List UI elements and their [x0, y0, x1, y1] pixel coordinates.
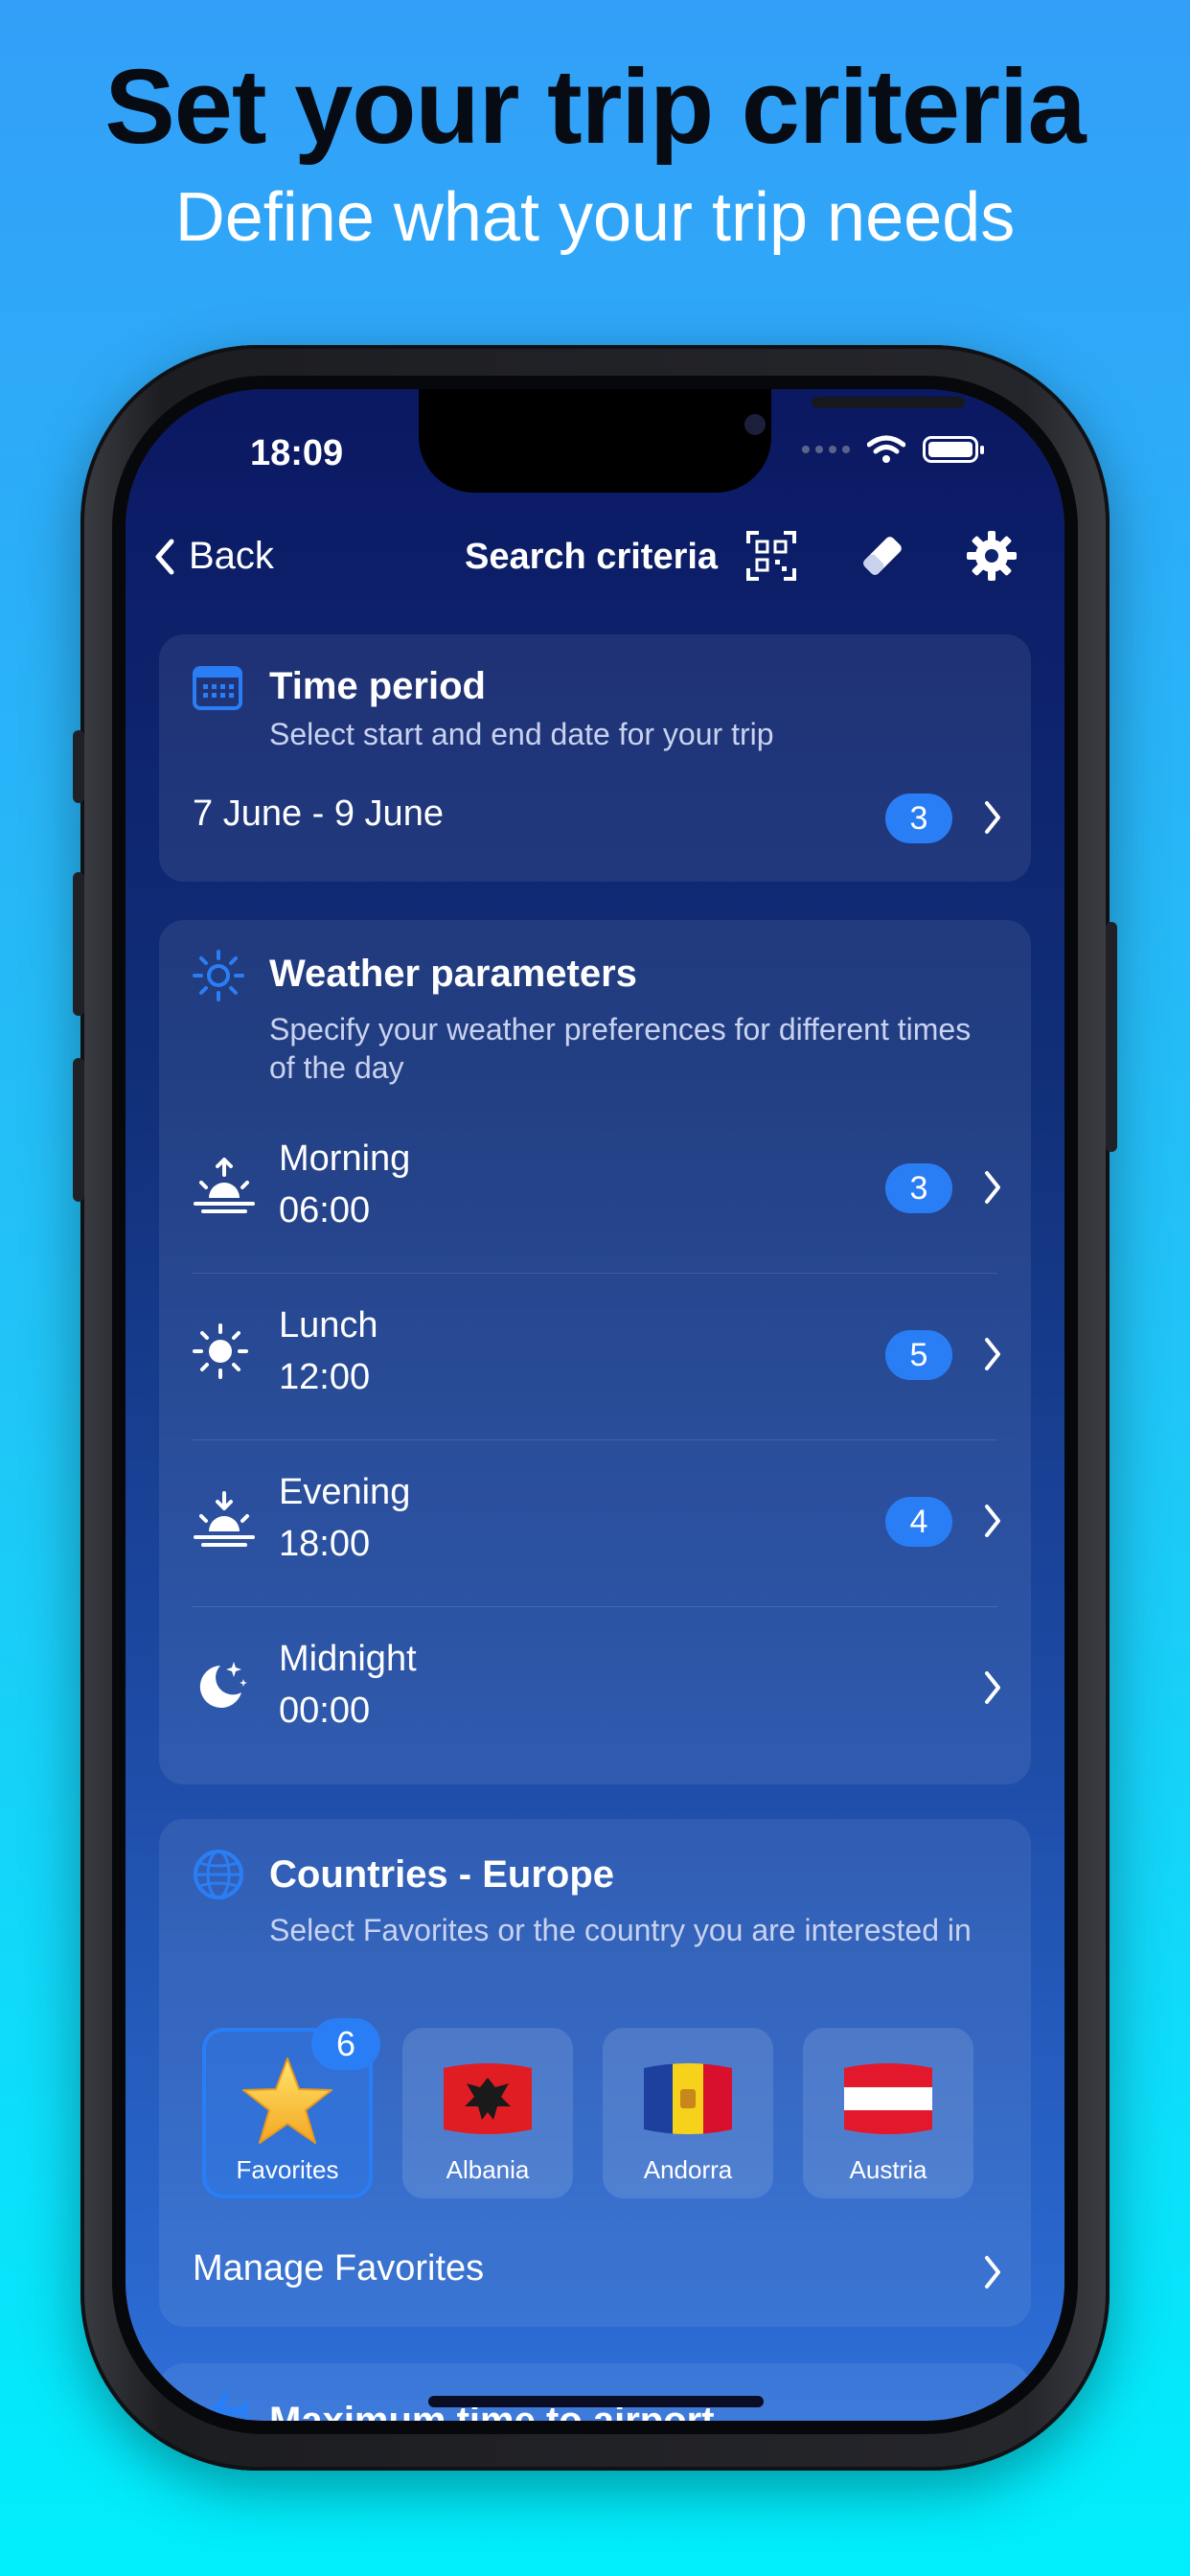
- weather-row-name: Lunch: [279, 1305, 378, 1346]
- chevron-right-icon: [985, 1338, 1000, 1370]
- back-label: Back: [189, 535, 274, 577]
- wifi-icon: [867, 435, 905, 463]
- globe-icon: [194, 1850, 243, 1899]
- chevron-left-icon: [155, 539, 174, 574]
- count-badge: 5: [885, 1330, 952, 1380]
- eraser-icon[interactable]: [854, 527, 911, 585]
- count-badge: 4: [885, 1497, 952, 1547]
- back-button[interactable]: Back: [154, 535, 274, 578]
- country-tile-label: Austria: [849, 2155, 927, 2184]
- count-badge: 3: [885, 1163, 952, 1213]
- chevron-right-icon: [985, 1671, 1000, 1704]
- front-camera: [744, 414, 766, 435]
- country-tile-label: Favorites: [236, 2155, 339, 2184]
- albania-flag-icon: [444, 2063, 532, 2134]
- signal-dots-icon: [802, 446, 850, 453]
- promo-subheadline: Define what your trip needs: [174, 179, 1016, 256]
- sunset-icon: [194, 1491, 255, 1547]
- weather-row-name: Midnight: [279, 1639, 417, 1679]
- promo-headline: Set your trip criteria: [104, 48, 1086, 166]
- weather-row-lunch[interactable]: Lunch 12:00 5: [159, 1273, 1031, 1439]
- nav-bar: Back Search criteria: [126, 514, 1064, 600]
- country-tile-label: Albania: [446, 2155, 530, 2184]
- country-tile-albania[interactable]: Albania: [402, 2028, 573, 2198]
- status-indicators: [802, 435, 984, 464]
- weather-row-morning[interactable]: Morning 06:00 3: [159, 1106, 1031, 1273]
- weather-row-name: Evening: [279, 1472, 411, 1512]
- austria-flag-icon: [844, 2063, 932, 2134]
- weather-row-time: 00:00: [279, 1690, 371, 1731]
- manage-favorites-label: Manage Favorites: [193, 2248, 485, 2288]
- app-screen: 18:09 Back Search criteria Time period S…: [126, 389, 1064, 2421]
- moon-stars-icon: [199, 1662, 247, 1708]
- date-range-value: 7 June - 9 June: [193, 794, 444, 834]
- countries-subtitle: Select Favorites or the country you are …: [269, 1913, 972, 1947]
- chevron-right-icon: [985, 1505, 1000, 1537]
- speaker-grille: [812, 397, 965, 408]
- power-button: [1106, 922, 1117, 1152]
- time-period-subtitle: Select start and end date for your trip: [269, 717, 774, 751]
- countries-title: Countries - Europe: [269, 1853, 615, 1896]
- qr-code-icon[interactable]: [743, 527, 800, 585]
- favorites-count-badge: 6: [311, 2018, 380, 2070]
- battery-icon: [923, 436, 984, 463]
- status-time: 18:09: [250, 433, 344, 473]
- country-tile-label: Andorra: [643, 2155, 733, 2184]
- weather-row-midnight[interactable]: Midnight 00:00: [159, 1606, 1031, 1773]
- country-tile-austria[interactable]: Austria: [803, 2028, 973, 2198]
- gear-icon[interactable]: [963, 527, 1020, 585]
- weather-subtitle: Specify your weather preferences for dif…: [269, 1012, 972, 1085]
- chevron-right-icon: [985, 2256, 1000, 2288]
- andorra-flag-icon: [644, 2063, 732, 2134]
- page-title: Search criteria: [465, 537, 719, 577]
- sunrise-icon: [194, 1158, 255, 1213]
- weather-row-time: 12:00: [279, 1357, 371, 1397]
- weather-row-time: 06:00: [279, 1190, 371, 1230]
- weather-row-evening[interactable]: Evening 18:00 4: [159, 1439, 1031, 1606]
- airport-time-card[interactable]: Maximum time to airport: [159, 2363, 1031, 2421]
- sun-icon: [193, 1323, 248, 1379]
- chevron-right-icon: [985, 801, 1000, 834]
- dynamic-island: [419, 389, 965, 493]
- date-range-row[interactable]: 7 June - 9 June 3: [159, 778, 1031, 855]
- airplane-icon: [195, 2392, 249, 2421]
- manage-favorites-row[interactable]: Manage Favorites: [159, 2233, 1031, 2310]
- sun-icon: [193, 950, 244, 1001]
- calendar-icon: [193, 666, 242, 710]
- country-tile-andorra[interactable]: Andorra: [603, 2028, 773, 2198]
- weather-card: Weather parameters Specify your weather …: [159, 920, 1031, 1784]
- silent-switch: [73, 730, 84, 803]
- weather-title: Weather parameters: [269, 953, 637, 995]
- count-badge: 3: [885, 794, 952, 843]
- volume-up-button: [73, 872, 84, 1016]
- country-tile-favorites[interactable]: Favorites 6: [202, 2018, 380, 2198]
- time-period-card: Time period Select start and end date fo…: [159, 634, 1031, 882]
- time-period-title: Time period: [269, 665, 486, 707]
- countries-card: Countries - Europe Select Favorites or t…: [159, 1819, 1031, 2327]
- weather-row-name: Morning: [279, 1138, 411, 1179]
- home-indicator: [428, 2396, 764, 2407]
- star-icon: [242, 2058, 332, 2144]
- chevron-right-icon: [985, 1171, 1000, 1204]
- volume-down-button: [73, 1058, 84, 1202]
- weather-row-time: 18:00: [279, 1524, 371, 1564]
